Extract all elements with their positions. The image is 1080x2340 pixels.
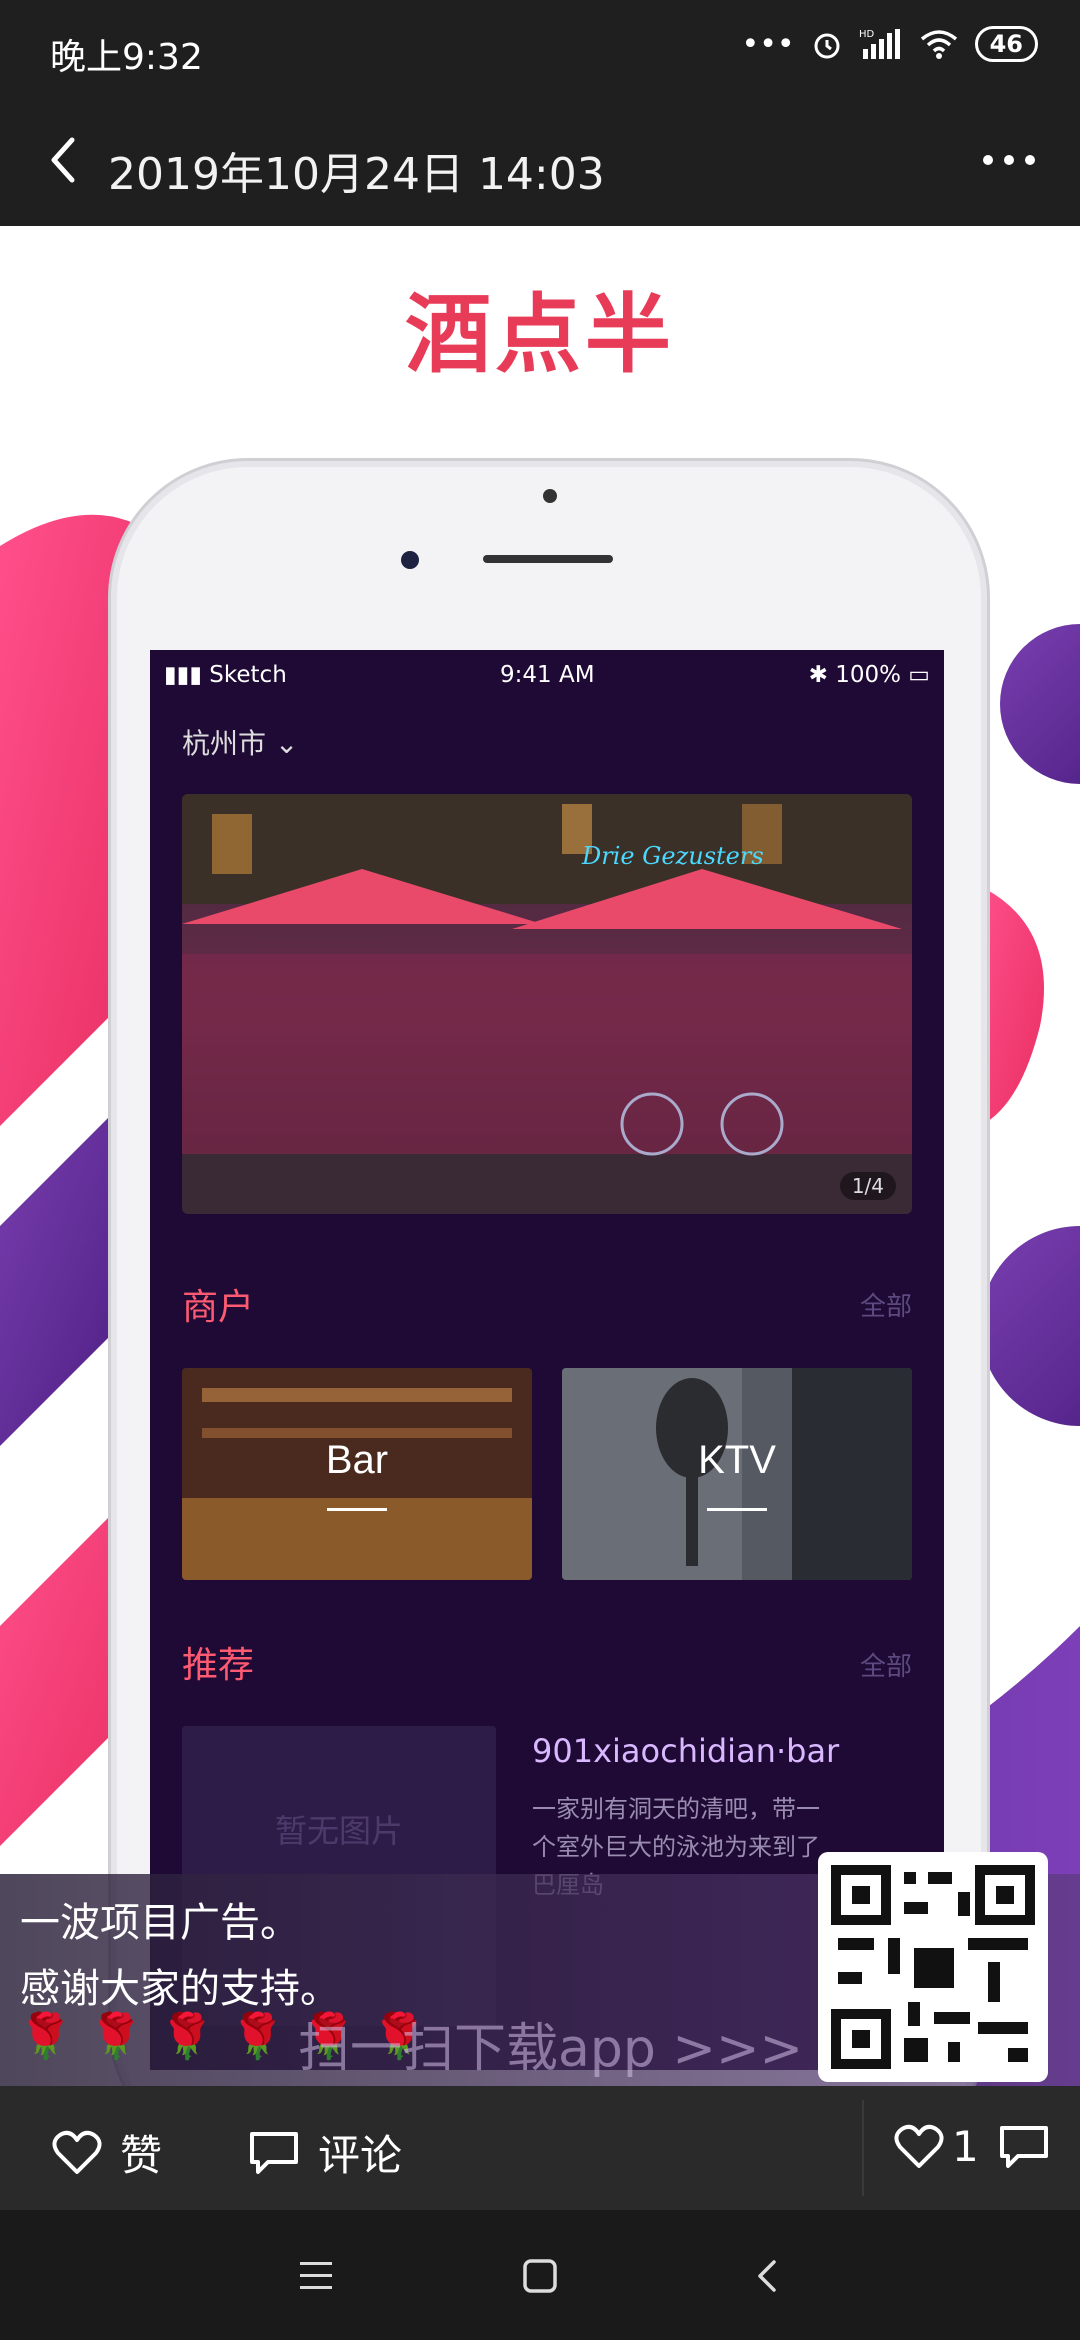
back-icon[interactable]: [748, 2256, 788, 2296]
more-dots-icon: •••: [741, 26, 795, 62]
poster-image[interactable]: 酒点半 ▮▮▮ Sketch 9:41 AM ✱ 100% ▭ 杭州市 ⌄ Dr…: [0, 226, 1080, 2086]
divider: [862, 2100, 864, 2196]
caption-line-1: 一波项目广告。: [20, 1900, 300, 1946]
heart-icon: [894, 2124, 944, 2168]
banner-page-indicator: 1/4: [839, 1172, 896, 1200]
brand-title: 酒点半: [405, 285, 675, 385]
no-image-text: 暂无图片: [274, 1812, 403, 1850]
status-bar: 晚上9:32 ••• HD 46: [0, 0, 1080, 100]
phone-sensor: [543, 489, 557, 503]
phone-speaker: [483, 555, 613, 563]
home-icon[interactable]: [520, 2256, 560, 2296]
category-card-bar[interactable]: Bar: [182, 1368, 532, 1580]
inner-time: 9:41 AM: [500, 662, 595, 688]
svg-text:Drie Gezusters: Drie Gezusters: [581, 842, 764, 870]
section-title-recommend: 推荐: [182, 1645, 255, 1686]
view-all-recommend-link[interactable]: 全部: [860, 1646, 912, 1683]
battery-icon: 46: [974, 26, 1038, 62]
top-app-bar: 2019年10月24日 14:03: [0, 100, 1080, 226]
comment-button[interactable]: 评论: [248, 2122, 402, 2183]
wifi-icon: [920, 30, 957, 59]
card-underline: [327, 1508, 387, 1511]
system-navigation-bar: [0, 2210, 1080, 2340]
category-card-ktv[interactable]: KTV: [562, 1368, 912, 1580]
alarm-icon: [814, 33, 840, 59]
section-title-merchants: 商户: [182, 1287, 255, 1328]
category-card-label: KTV: [698, 1438, 776, 1482]
qr-code[interactable]: [818, 1852, 1048, 2082]
caption-line-2: 感谢大家的支持。: [20, 1966, 340, 2012]
inner-battery: ✱ 100% ▭: [808, 662, 930, 688]
like-count: 1: [952, 2122, 979, 2171]
like-count-button[interactable]: 1: [894, 2122, 979, 2171]
post-timestamp-title: 2019年10月24日 14:03: [108, 149, 605, 200]
status-icons: ••• HD 46: [741, 26, 1038, 62]
more-options-icon[interactable]: [974, 130, 1044, 190]
signal-icon: HD: [859, 29, 900, 59]
menu-icon[interactable]: [296, 2258, 336, 2294]
like-label: 赞: [120, 2131, 163, 2180]
comment-icon: [250, 2131, 298, 2174]
inner-carrier: ▮▮▮ Sketch: [164, 662, 287, 688]
city-selector[interactable]: 杭州市 ⌄: [182, 722, 298, 762]
phone-camera: [401, 551, 419, 569]
heart-icon: [52, 2130, 102, 2174]
comment-label: 评论: [318, 2131, 403, 2180]
scan-download-text: 扫一扫下载app >>>: [298, 2019, 804, 2079]
back-arrow-icon[interactable]: [36, 130, 96, 190]
action-bar: 赞 评论 1: [0, 2086, 1080, 2210]
category-card-label: Bar: [325, 1438, 389, 1482]
qr-code-pattern: [831, 1865, 1035, 2069]
banner-photo: Drie Gezusters: [182, 794, 912, 1214]
card-underline: [707, 1508, 767, 1511]
recommend-venue-name[interactable]: 901xiaochidian·bar: [532, 1732, 839, 1770]
like-button[interactable]: 赞: [52, 2122, 162, 2183]
status-time: 晚上9:32: [50, 37, 203, 78]
banner-carousel[interactable]: Drie Gezusters 1/4: [182, 794, 912, 1214]
svg-text:HD: HD: [859, 29, 875, 40]
view-all-merchants-link[interactable]: 全部: [860, 1286, 912, 1323]
comment-count-icon[interactable]: [998, 2124, 1050, 2170]
inner-status-bar: ▮▮▮ Sketch 9:41 AM ✱ 100% ▭: [150, 658, 944, 698]
